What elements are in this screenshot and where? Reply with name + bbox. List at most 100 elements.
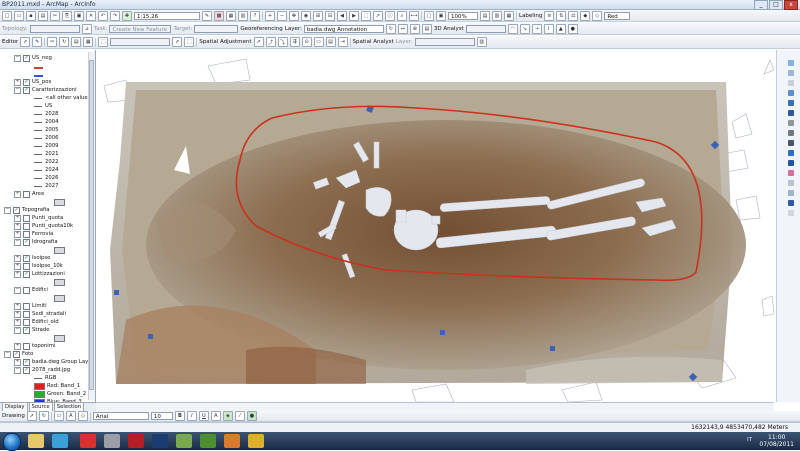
edge-match-icon[interactable]: ⇥ [337, 37, 348, 47]
layer-visibility-checkbox[interactable] [23, 190, 30, 198]
html-popup-icon[interactable] [788, 190, 794, 196]
layer-visibility-checkbox[interactable] [23, 222, 30, 230]
contour-icon[interactable]: ◠ [507, 23, 518, 34]
toggle-draft-icon[interactable]: ▤ [480, 10, 490, 21]
autocad-icon[interactable] [104, 434, 120, 448]
find-tool-icon[interactable] [788, 160, 794, 166]
zoom-in-icon[interactable]: + [265, 10, 275, 21]
measure-tool-icon[interactable] [788, 180, 794, 186]
layer-visibility-checkbox[interactable] [23, 262, 30, 270]
toc-row[interactable]: 2005 [34, 126, 58, 134]
view-unplaced-icon[interactable]: ◇ [592, 10, 603, 21]
layer-visibility-checkbox[interactable] [23, 214, 30, 222]
toc-row[interactable]: 2028 [34, 110, 58, 118]
copy-icon[interactable]: ⎘ [62, 10, 72, 21]
clear-selection-icon[interactable] [788, 130, 794, 136]
layer-visibility-checkbox[interactable]: ✓ [23, 78, 30, 86]
toc-row[interactable]: − ✓ Strade [14, 326, 49, 334]
georeferencing-menu[interactable]: Georeferencing [240, 26, 282, 32]
3d-layer-combo[interactable] [465, 24, 506, 33]
cut-icon[interactable]: ✂ [50, 10, 60, 21]
map-view[interactable] [96, 50, 774, 402]
labeling-menu[interactable]: Labeling [519, 13, 542, 19]
layer-visibility-checkbox[interactable]: ✓ [23, 326, 30, 334]
expand-icon[interactable]: + [14, 302, 21, 310]
full-extent-tool-icon[interactable] [788, 90, 794, 96]
expand-icon[interactable]: + [14, 214, 21, 222]
toc-row[interactable]: <all other values> [34, 94, 95, 102]
split-icon[interactable]: ✂ [47, 37, 58, 47]
expand-icon[interactable]: + [14, 78, 21, 86]
add-data-icon[interactable]: ✚ [122, 10, 132, 21]
expand-icon[interactable]: + [14, 310, 21, 318]
red-color-combo[interactable]: Red [604, 11, 631, 20]
toc-row[interactable]: + Limiti [14, 302, 47, 310]
go-to-xy-icon[interactable] [788, 200, 794, 206]
catalog-icon[interactable]: ▦ [226, 10, 236, 21]
zoom-percent-combo[interactable]: 100% [448, 11, 478, 20]
limited-adjust-icon[interactable]: ▭ [313, 37, 324, 47]
collapse-icon[interactable]: − [4, 206, 11, 214]
forward-icon[interactable]: ▶ [349, 10, 359, 21]
layer-visibility-checkbox[interactable] [23, 318, 30, 326]
toc-row[interactable]: 2024 [34, 166, 58, 174]
toc-row[interactable]: + ✓ Lottizzazioni [14, 270, 65, 278]
pointer-tool-icon[interactable] [788, 140, 794, 146]
steepest-path-icon[interactable]: ↘ [519, 23, 530, 34]
change-layout-icon[interactable]: ▦ [504, 10, 514, 21]
language-indicator[interactable]: IT [747, 437, 752, 443]
multi-link-icon[interactable]: ⇶ [289, 37, 300, 47]
new-icon[interactable]: □ [2, 10, 12, 21]
undo-icon[interactable]: ↶ [98, 10, 108, 21]
acrobat-icon[interactable] [80, 434, 96, 448]
toc-row[interactable]: + Isoipse_10k [14, 262, 63, 270]
underline-button[interactable]: U [198, 411, 209, 421]
toc-row[interactable]: + Sedi_stradali [14, 310, 66, 318]
paste-icon[interactable]: ▣ [74, 10, 84, 21]
toc-row[interactable] [34, 334, 67, 342]
explorer-icon[interactable] [28, 434, 44, 448]
back-icon[interactable]: ◀ [337, 10, 347, 21]
layer-visibility-checkbox[interactable] [23, 230, 30, 238]
redo-icon[interactable]: ↷ [110, 10, 120, 21]
map-canvas[interactable] [96, 50, 774, 402]
open-icon[interactable]: ▭ [14, 10, 24, 21]
layer-visibility-checkbox[interactable]: ✓ [23, 238, 30, 246]
time-slider-icon[interactable] [788, 210, 794, 216]
toc-row[interactable]: + Edifici_old [14, 318, 59, 326]
layout-icon[interactable]: ▢ [424, 10, 434, 21]
rectangle-icon[interactable]: ▭ [53, 411, 64, 421]
view-links-table-icon[interactable]: ▤ [325, 37, 336, 47]
toc-row[interactable]: 2026 [34, 174, 58, 182]
toc-row[interactable]: − Edifici [14, 286, 48, 294]
pin-label-icon[interactable]: ◆ [580, 10, 591, 21]
toc-row[interactable] [34, 62, 45, 70]
toc-row[interactable]: − ✓ 2078_radd.jpg [14, 366, 70, 374]
minimize-button[interactable]: _ [754, 0, 768, 10]
topology-combo[interactable] [29, 24, 80, 33]
arcmap-icon[interactable] [52, 434, 68, 448]
expand-icon[interactable]: + [14, 342, 21, 350]
layer-visibility-checkbox[interactable] [23, 342, 30, 350]
pointer-icon[interactable]: ➚ [172, 37, 183, 47]
expand-icon[interactable]: + [14, 222, 21, 230]
select-elements-tool-icon[interactable]: ➚ [26, 411, 37, 421]
identity-link-icon[interactable]: ⊙ [301, 37, 312, 47]
layer-visibility-checkbox[interactable] [23, 310, 30, 318]
gimp-icon[interactable] [224, 434, 240, 448]
collapse-icon[interactable]: − [14, 326, 21, 334]
layer-visibility-checkbox[interactable]: ✓ [13, 206, 20, 214]
text-tool-icon[interactable]: A [65, 411, 76, 421]
layer-visibility-checkbox[interactable]: ✓ [13, 350, 20, 358]
zoom-out-icon[interactable]: − [277, 10, 287, 21]
toc-row[interactable]: + Aree [14, 190, 44, 198]
toc-row[interactable]: + Punti_quota10k [14, 222, 73, 230]
label-priority-icon[interactable]: ⇅ [556, 10, 567, 21]
editor-menu[interactable]: Editor [2, 39, 18, 45]
layer-visibility-checkbox[interactable] [23, 302, 30, 310]
toc-row[interactable]: + Punti_quota [14, 214, 63, 222]
zoom-in-tool-icon[interactable] [788, 60, 794, 66]
pan-tool-icon[interactable] [788, 80, 794, 86]
expand-icon[interactable]: + [14, 230, 21, 238]
layer-visibility-checkbox[interactable]: ✓ [23, 86, 30, 94]
